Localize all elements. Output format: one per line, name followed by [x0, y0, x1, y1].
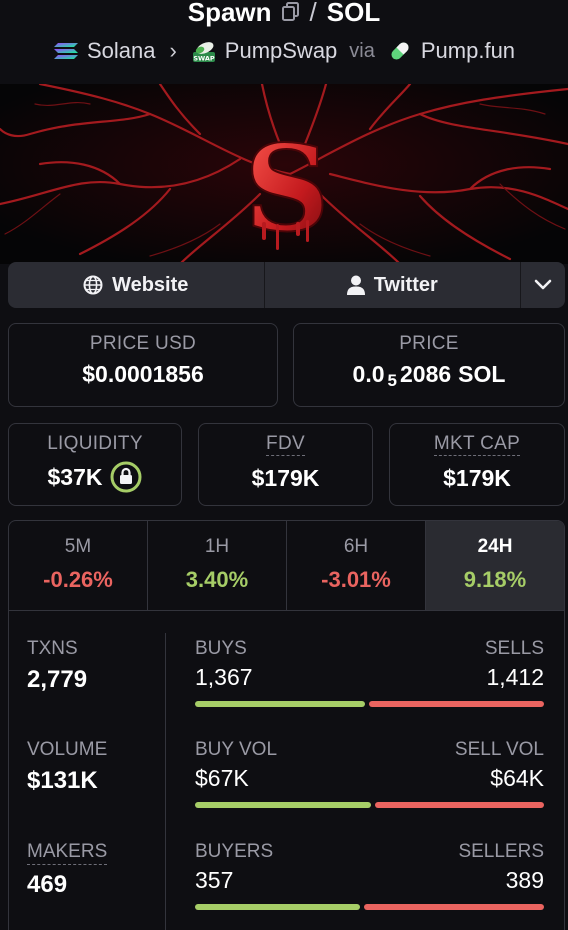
copy-icon[interactable] [281, 2, 300, 22]
pumpfun-icon [391, 42, 409, 60]
sells-value: 1,412 [486, 664, 544, 690]
pair-title: Spawn / SOL [0, 0, 568, 30]
price-native-prefix: 0.0 [352, 361, 385, 387]
sell-volume-label: SELL VOL [454, 739, 544, 760]
sell-volume-value: $64K [490, 765, 544, 791]
price-change: -3.01% [321, 567, 391, 592]
pumpswap-icon: SWAP [192, 42, 215, 63]
chevron-right-icon: › [169, 38, 177, 63]
tab-1h[interactable]: 1H 3.40% [148, 521, 287, 611]
sellers-bar-fill [364, 904, 544, 910]
banner-artwork: S [0, 84, 568, 264]
buy-sell-volume-stat: BUY VOL SELL VOL $67K $64K [195, 739, 544, 808]
market-cap-label[interactable]: MKT CAP [390, 433, 564, 456]
price-native-label: PRICE [399, 333, 459, 354]
price-change: 9.18% [463, 567, 527, 592]
liquidity-card: LIQUIDITY $37K [8, 423, 182, 506]
sell-volume-bar-fill [375, 802, 544, 808]
tab-label: 5M [64, 536, 92, 557]
price-change: 3.40% [185, 567, 249, 592]
token-banner-image: S [0, 84, 568, 264]
makers-label[interactable]: MAKERS [27, 841, 108, 865]
price-native-value: 0.0 5 2086 SOL [294, 361, 564, 390]
price-usd-label: PRICE USD [89, 333, 197, 354]
via-text: via [349, 39, 375, 62]
chain-breadcrumb: Solana › SWAP PumpSwap via Pump.fun [0, 34, 568, 68]
trade-stats-panel: TXNS 2,779 BUYS SELLS 1,367 1,412 VOLUME… [8, 610, 565, 930]
buyers-bar-fill [195, 904, 360, 910]
makers-value: 469 [27, 871, 68, 898]
buys-sells-stat: BUYS SELLS 1,367 1,412 [195, 638, 544, 707]
chevron-down-icon [534, 279, 552, 290]
txns-value: 2,779 [27, 666, 88, 693]
quote-symbol: SOL [326, 0, 381, 27]
twitter-label: Twitter [373, 273, 438, 296]
tab-6h[interactable]: 6H -3.01% [287, 521, 426, 611]
token-page: Spawn / SOL Solana › SWAP PumpSwap via P… [0, 0, 568, 930]
twitter-button[interactable]: Twitter [265, 262, 521, 308]
liquidity-value: $37K [47, 463, 103, 490]
market-cap-value: $179K [443, 465, 511, 491]
makers-stat: MAKERS 469 [27, 841, 108, 899]
pumpswap-badge-text: SWAP [193, 55, 215, 63]
buyers-value: 357 [195, 867, 234, 893]
solana-icon [53, 43, 78, 59]
price-native-digits: 2086 [400, 361, 452, 387]
lock-icon[interactable] [110, 461, 142, 493]
tab-24h[interactable]: 24H 9.18% [426, 521, 564, 611]
volume-stat: VOLUME $131K [27, 739, 107, 795]
price-usd-card: PRICE USD $0.0001856 [8, 323, 278, 407]
market-cap-card: MKT CAP $179K [389, 423, 565, 506]
price-native-unit: SOL [458, 361, 506, 387]
buyers-label: BUYERS [195, 841, 274, 862]
buys-label: BUYS [195, 638, 247, 659]
tab-label: 1H [204, 536, 230, 557]
buys-bar-fill [195, 701, 365, 707]
website-label: Website [112, 273, 189, 296]
buy-volume-value: $67K [195, 765, 249, 791]
fdv-label[interactable]: FDV [199, 433, 372, 456]
user-icon [346, 275, 365, 295]
liquidity-row: $37K [9, 461, 181, 493]
sells-bar-fill [369, 701, 544, 707]
volume-label: VOLUME [27, 739, 108, 760]
sellers-value: 389 [505, 867, 544, 893]
launchpad-name[interactable]: Pump.fun [421, 38, 515, 64]
volume-value: $131K [27, 767, 98, 794]
timeframe-tabs: 5M -0.26% 1H 3.40% 6H -3.01% 24H 9.18% [8, 520, 565, 611]
sells-label: SELLS [484, 638, 544, 659]
chain-name[interactable]: Solana [87, 38, 156, 64]
price-usd-value: $0.0001856 [82, 361, 204, 387]
volume-bar [195, 802, 544, 808]
tab-label: 24H [477, 536, 513, 557]
pair-separator: / [309, 0, 317, 27]
tab-5m[interactable]: 5M -0.26% [9, 521, 148, 611]
price-native-zero-count: 5 [387, 370, 397, 390]
buys-sells-bar [195, 701, 544, 707]
sellers-label: SELLERS [458, 841, 544, 862]
more-links-button[interactable] [521, 262, 565, 308]
tab-label: 6H [343, 536, 369, 557]
txns-stat: TXNS 2,779 [27, 638, 87, 694]
svg-text:S: S [244, 119, 329, 258]
buyers-sellers-bar [195, 904, 544, 910]
price-change: -0.26% [43, 567, 113, 592]
liquidity-label: LIQUIDITY [47, 433, 143, 454]
fdv-card: FDV $179K [198, 423, 373, 506]
buys-value: 1,367 [195, 664, 253, 690]
token-symbol[interactable]: Spawn [188, 0, 272, 28]
dex-name[interactable]: PumpSwap [225, 38, 338, 64]
buy-volume-label: BUY VOL [195, 739, 278, 760]
price-native-card: PRICE 0.0 5 2086 SOL [293, 323, 565, 407]
buy-volume-bar-fill [195, 802, 371, 808]
buyers-sellers-stat: BUYERS SELLERS 357 389 [195, 841, 544, 910]
stats-divider [165, 633, 166, 930]
fdv-value: $179K [251, 465, 320, 491]
globe-icon [83, 275, 103, 295]
website-button[interactable]: Website [8, 262, 265, 308]
social-links-bar: Website Twitter [8, 262, 565, 308]
txns-label: TXNS [27, 638, 78, 659]
